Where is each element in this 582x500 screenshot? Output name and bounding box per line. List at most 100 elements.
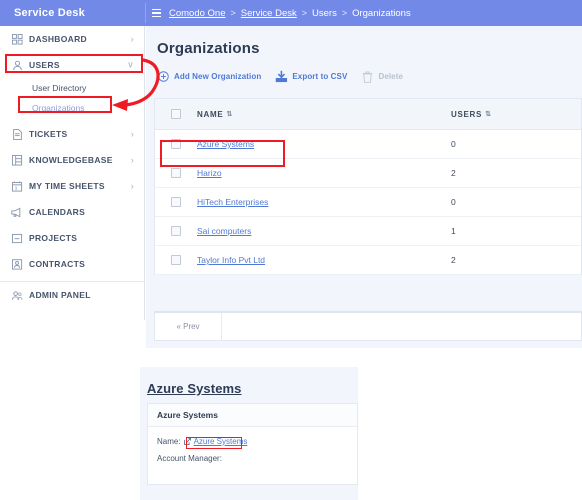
- breadcrumb-item-service-desk[interactable]: Service Desk: [241, 8, 297, 19]
- row-checkbox[interactable]: [171, 197, 181, 207]
- organization-link[interactable]: Azure Systems: [197, 139, 254, 149]
- column-header-users[interactable]: USERS ⇅: [451, 110, 581, 119]
- admin-icon: [11, 289, 23, 301]
- main-content: Organizations Add New Organization Expor…: [146, 26, 582, 348]
- table-row[interactable]: HiTech Enterprises 0: [155, 188, 581, 217]
- sidebar-item-calendars[interactable]: CALENDARS: [0, 199, 144, 225]
- row-users-cell: 0: [451, 197, 456, 207]
- hamburger-menu-icon[interactable]: [152, 9, 161, 17]
- plus-circle-icon: [157, 70, 170, 83]
- edit-icon[interactable]: [183, 438, 191, 445]
- breadcrumb-separator: >: [230, 8, 236, 18]
- detail-name-link[interactable]: Azure Systems: [194, 437, 248, 446]
- column-header-name[interactable]: NAME ⇅: [197, 110, 451, 119]
- table-row[interactable]: Sai computers 1: [155, 217, 581, 246]
- prev-page-button[interactable]: « Prev: [155, 312, 222, 341]
- breadcrumb-item-organizations: Organizations: [352, 7, 411, 19]
- table-row[interactable]: Azure Systems 0: [155, 130, 581, 159]
- sidebar-item-knowledgebase[interactable]: KNOWLEDGEBASE ›: [0, 147, 144, 173]
- sort-icon[interactable]: ⇅: [485, 111, 492, 118]
- row-users-cell: 2: [451, 168, 456, 178]
- download-icon: [275, 70, 288, 83]
- trash-icon: [361, 70, 374, 83]
- megaphone-icon: [11, 206, 23, 218]
- select-all-checkbox-cell[interactable]: [155, 109, 197, 119]
- knowledgebase-icon: [11, 154, 23, 166]
- add-new-organization-button[interactable]: Add New Organization: [157, 70, 261, 83]
- sidebar-item-my-time-sheets[interactable]: 1 MY TIME SHEETS ›: [0, 173, 144, 199]
- table-row[interactable]: Taylor Info Pvt Ltd 2: [155, 246, 581, 275]
- export-to-csv-button[interactable]: Export to CSV: [275, 70, 347, 83]
- breadcrumb-separator: >: [301, 8, 308, 18]
- brand-divider: [145, 3, 146, 23]
- detail-account-manager-label: Account Manager:: [157, 454, 222, 463]
- select-all-checkbox[interactable]: [171, 109, 181, 119]
- service-desk-app: Service Desk Comodo One > Service Desk >…: [0, 0, 582, 500]
- table-row[interactable]: Harizo 2: [155, 159, 581, 188]
- sidebar-item-users[interactable]: USERS ∨: [0, 52, 144, 78]
- page-header: Organizations Add New Organization Expor…: [146, 26, 582, 100]
- detail-row-account-manager: Account Manager:: [148, 450, 357, 467]
- organization-link[interactable]: HiTech Enterprises: [197, 197, 268, 207]
- sidebar-subitem-label: User Directory: [32, 83, 87, 93]
- user-icon: [11, 59, 23, 71]
- delete-button[interactable]: Delete: [361, 70, 403, 83]
- breadcrumb-item-users[interactable]: Users: [312, 8, 337, 19]
- breadcrumb-item-comodo-one[interactable]: Comodo One: [169, 8, 226, 19]
- row-users-cell: 0: [451, 139, 456, 149]
- sidebar-admin-section: ADMIN PANEL: [0, 281, 144, 308]
- sort-icon[interactable]: ⇅: [226, 111, 233, 118]
- table-header-row: NAME ⇅ USERS ⇅: [155, 99, 581, 130]
- sidebar: DASHBOARD › USERS ∨ User Directory Organ…: [0, 26, 145, 320]
- sidebar-item-label: DASHBOARD: [29, 34, 87, 44]
- dashboard-icon: [11, 33, 23, 45]
- column-header-label: NAME: [197, 109, 224, 119]
- detail-row-name: Name: Azure Systems: [148, 433, 357, 450]
- sidebar-item-label: CALENDARS: [29, 207, 86, 217]
- toolbar-label: Export to CSV: [292, 72, 348, 81]
- row-checkbox-cell[interactable]: [155, 168, 197, 178]
- top-bar: Service Desk Comodo One > Service Desk >…: [0, 0, 582, 26]
- sidebar-subitem-organizations[interactable]: Organizations: [0, 98, 144, 118]
- ticket-icon: [11, 128, 23, 140]
- row-checkbox[interactable]: [171, 139, 181, 149]
- row-checkbox[interactable]: [171, 168, 181, 178]
- sidebar-subitem-user-directory[interactable]: User Directory: [0, 78, 144, 98]
- organizations-table: NAME ⇅ USERS ⇅ Azure Systems 0 Harizo 2: [154, 98, 582, 275]
- breadcrumb: Comodo One > Service Desk > Users > Orga…: [152, 0, 582, 26]
- sidebar-item-contracts[interactable]: CONTRACTS: [0, 251, 144, 277]
- row-checkbox[interactable]: [171, 226, 181, 236]
- column-header-label: USERS: [451, 109, 483, 119]
- chevron-down-icon: ∨: [127, 59, 134, 70]
- organization-detail-panel: Azure Systems Azure Systems Name: Azure …: [140, 367, 358, 500]
- chevron-right-icon: ›: [130, 181, 134, 191]
- detail-panel-title: Azure Systems: [147, 381, 242, 396]
- projects-icon: [11, 232, 23, 244]
- contracts-icon: [11, 258, 23, 270]
- row-name-cell: HiTech Enterprises: [197, 197, 451, 207]
- detail-card: Azure Systems Name: Azure Systems Accoun…: [147, 403, 358, 485]
- row-name-cell: Azure Systems: [197, 139, 451, 149]
- sidebar-item-tickets[interactable]: TICKETS ›: [0, 121, 144, 147]
- breadcrumb-separator: >: [341, 8, 348, 18]
- organization-link[interactable]: Sai computers: [197, 226, 251, 236]
- organization-link[interactable]: Taylor Info Pvt Ltd: [197, 255, 265, 265]
- detail-name-label: Name:: [157, 437, 181, 446]
- sidebar-item-label: KNOWLEDGEBASE: [29, 155, 113, 165]
- row-checkbox-cell[interactable]: [155, 197, 197, 207]
- sidebar-item-dashboard[interactable]: DASHBOARD ›: [0, 26, 144, 52]
- row-checkbox[interactable]: [171, 255, 181, 265]
- sidebar-item-label: PROJECTS: [29, 233, 78, 243]
- row-name-cell: Sai computers: [197, 226, 451, 236]
- row-checkbox-cell[interactable]: [155, 255, 197, 265]
- sidebar-item-label: MY TIME SHEETS: [29, 181, 105, 191]
- row-name-cell: Taylor Info Pvt Ltd: [197, 255, 451, 265]
- row-checkbox-cell[interactable]: [155, 139, 197, 149]
- organization-link[interactable]: Harizo: [197, 168, 222, 178]
- sidebar-item-admin-panel[interactable]: ADMIN PANEL: [0, 282, 144, 308]
- sidebar-item-label: USERS: [29, 60, 60, 70]
- row-checkbox-cell[interactable]: [155, 226, 197, 236]
- sidebar-item-label: TICKETS: [29, 129, 68, 139]
- sidebar-item-projects[interactable]: PROJECTS: [0, 225, 144, 251]
- toolbar: Add New Organization Export to CSV Delet…: [157, 70, 403, 83]
